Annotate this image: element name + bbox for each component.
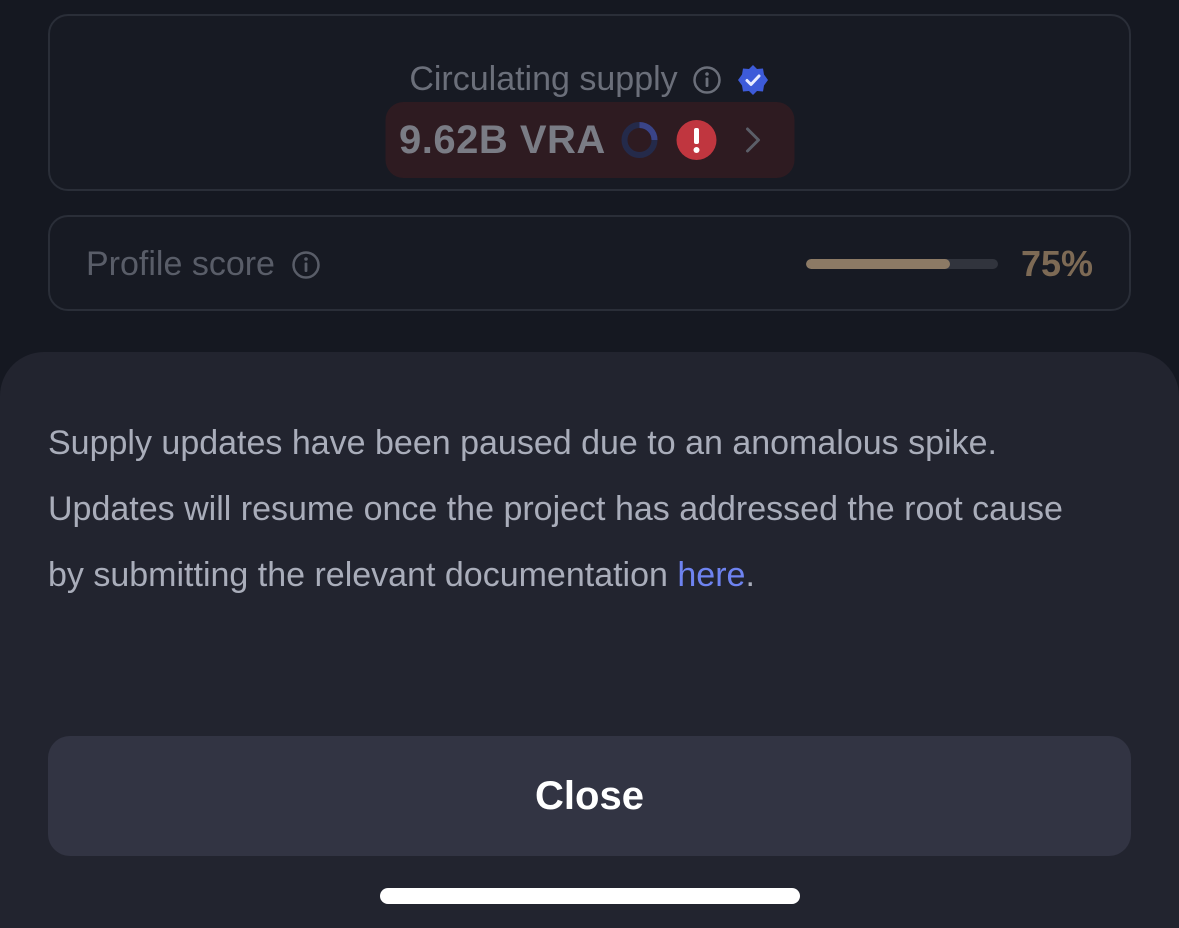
profile-score-percentage: 75%: [1020, 243, 1093, 284]
sheet-message: Supply updates have been paused due to a…: [48, 410, 1078, 608]
circulating-supply-card: Circulating supply 9.62B VRA: [48, 14, 1131, 191]
home-indicator: [380, 888, 800, 904]
close-button[interactable]: Close: [48, 736, 1131, 856]
alert-icon: [676, 119, 718, 161]
profile-score-header: Profile score: [86, 245, 321, 284]
profile-score-progress-fill: [806, 259, 950, 269]
info-icon[interactable]: [291, 250, 321, 280]
circulating-supply-value-button[interactable]: 9.62B VRA: [385, 102, 794, 178]
verified-badge-icon: [736, 63, 770, 97]
circulating-supply-header: Circulating supply: [50, 60, 1129, 99]
chevron-right-icon: [742, 125, 766, 155]
bottom-sheet: Supply updates have been paused due to a…: [0, 352, 1179, 928]
sheet-message-text: Supply updates have been paused due to a…: [48, 424, 1063, 594]
info-icon[interactable]: [692, 65, 722, 95]
documentation-link[interactable]: here: [677, 556, 745, 594]
profile-score-card: Profile score 75%: [48, 215, 1131, 311]
sheet-message-end: .: [745, 556, 755, 594]
profile-score-progress-bar: [806, 259, 998, 269]
circulating-supply-label: Circulating supply: [409, 60, 678, 98]
circulating-supply-value: 9.62B VRA: [399, 117, 606, 162]
loading-spinner-icon: [620, 120, 660, 160]
profile-score-label: Profile score: [86, 245, 275, 283]
